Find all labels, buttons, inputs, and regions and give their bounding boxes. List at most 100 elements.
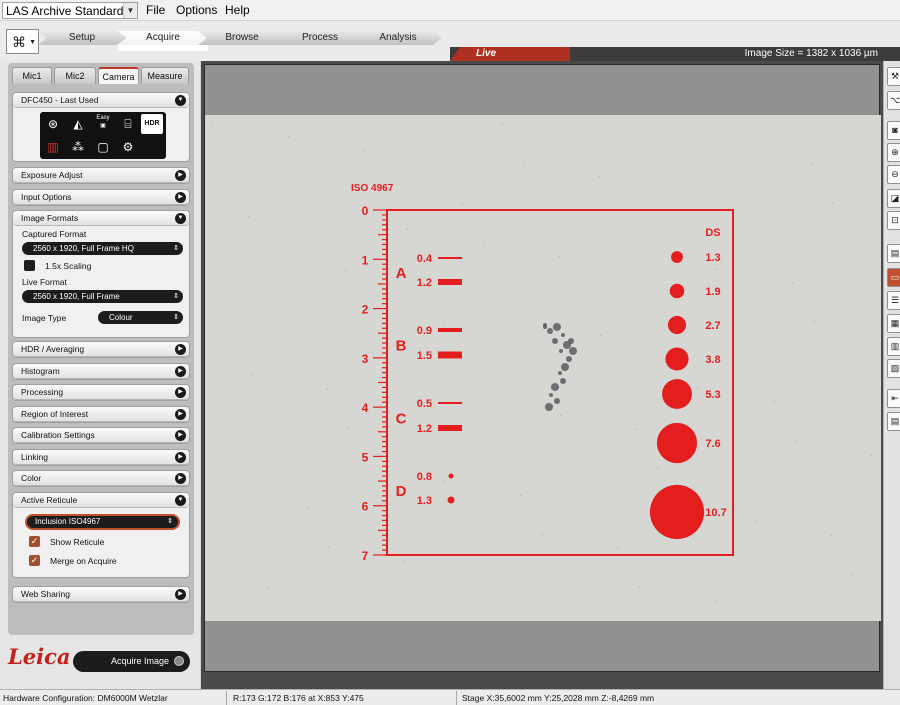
tree-icon[interactable]: ⌥ bbox=[887, 91, 900, 110]
reticule-select[interactable]: Inclusion ISO4967 ⇕ bbox=[25, 514, 180, 530]
molecule-icon[interactable]: ⁂ bbox=[67, 137, 89, 157]
subtab-mic2[interactable]: Mic2 bbox=[54, 67, 96, 84]
inclusion-particle bbox=[551, 383, 559, 391]
app-selector[interactable]: LAS Archive Standard ▼ bbox=[2, 2, 138, 19]
status-separator bbox=[456, 691, 457, 705]
frame-icon[interactable]: ▢ bbox=[92, 137, 114, 157]
camera-icon[interactable]: ◙ bbox=[887, 121, 900, 140]
expand-icon[interactable]: ▶ bbox=[175, 409, 186, 420]
subtab-measure[interactable]: Measure bbox=[141, 67, 189, 84]
hdr-icon[interactable]: HDR bbox=[141, 114, 163, 134]
tab-setup[interactable]: Setup bbox=[38, 31, 126, 45]
tool-dropdown[interactable]: ⌘ ▼ bbox=[6, 29, 39, 54]
input-options-header[interactable]: Input Options ▶ bbox=[13, 190, 189, 205]
image-viewport[interactable]: ISO 4967 0 1 2 3 4 5 6 7 A 0.4 1.2 B 0.9 1.5 C 0.5 1.2 D 0.… bbox=[201, 61, 883, 689]
menu-bar: LAS Archive Standard ▼ File Options Help bbox=[0, 0, 900, 21]
region-of-interest-header[interactable]: Region of Interest ▶ bbox=[13, 407, 189, 422]
sample-speck bbox=[463, 361, 465, 363]
single-view-icon[interactable]: ▭ bbox=[887, 268, 900, 287]
active-reticule-header[interactable]: Active Reticule ▼ bbox=[13, 493, 189, 508]
hdr-averaging-header[interactable]: HDR / Averaging ▶ bbox=[13, 342, 189, 357]
linking-section: Linking ▶ bbox=[12, 449, 190, 466]
linking-header[interactable]: Linking ▶ bbox=[13, 450, 189, 465]
expand-icon[interactable]: ▶ bbox=[175, 366, 186, 377]
scale-label: 2 bbox=[362, 303, 369, 317]
stage-position: Stage X:35,6002 mm Y:25,2028 mm Z:-8,426… bbox=[462, 693, 655, 703]
zoom-out-icon[interactable]: ⊖ bbox=[887, 165, 900, 184]
sample-speck bbox=[600, 334, 602, 336]
scaling-checkbox[interactable] bbox=[24, 260, 35, 271]
adjust-icon[interactable]: ⚙ bbox=[117, 137, 139, 157]
table-view-icon[interactable]: ▥ bbox=[887, 337, 900, 356]
expand-icon[interactable]: ▶ bbox=[175, 430, 186, 441]
menu-help[interactable]: Help bbox=[225, 3, 250, 17]
web-sharing-header[interactable]: Web Sharing ▶ bbox=[13, 587, 189, 602]
fit-icon[interactable]: ◪ bbox=[887, 189, 900, 208]
list-view-icon[interactable]: ☰ bbox=[887, 291, 900, 310]
sample-speck bbox=[212, 122, 214, 124]
tool-icon-1[interactable]: ⚒ bbox=[887, 67, 900, 86]
live-image[interactable]: ISO 4967 0 1 2 3 4 5 6 7 A 0.4 1.2 B 0.9 1.5 C 0.5 1.2 D 0.… bbox=[205, 115, 881, 621]
image-type-select[interactable]: Colour ⇕ bbox=[98, 311, 183, 324]
expand-icon[interactable]: ▶ bbox=[175, 192, 186, 203]
region-of-interest-section: Region of Interest ▶ bbox=[12, 406, 190, 423]
tab-process-label: Process bbox=[301, 32, 339, 43]
compare-icon[interactable]: ▧ bbox=[887, 359, 900, 378]
easy-camera-icon[interactable]: Easy ▣ bbox=[92, 114, 114, 134]
grid-view-icon[interactable]: ▦ bbox=[887, 314, 900, 333]
menu-options[interactable]: Options bbox=[176, 3, 217, 17]
exposure-icon[interactable]: ◭ bbox=[67, 114, 89, 134]
inclusion-particle bbox=[553, 323, 561, 331]
acquire-image-button[interactable]: Acquire Image bbox=[73, 651, 190, 672]
camera-section: DFC450 - Last Used ▼ ⊛ ◭ Easy ▣ ⌸ HDR ▥ ⁂… bbox=[12, 92, 190, 162]
menu-file[interactable]: File bbox=[146, 3, 165, 17]
captured-format-select[interactable]: 2560 x 1920, Full Frame HQ ⇕ bbox=[22, 242, 183, 255]
live-format-select[interactable]: 2560 x 1920, Full Frame ⇕ bbox=[22, 290, 183, 303]
expand-icon[interactable]: ▶ bbox=[175, 387, 186, 398]
sample-speck bbox=[347, 427, 349, 429]
tab-browse[interactable]: Browse bbox=[198, 31, 286, 45]
collapse-icon[interactable]: ▼ bbox=[175, 213, 186, 224]
collapse-icon[interactable]: ▼ bbox=[175, 95, 186, 106]
sample-speck bbox=[619, 215, 621, 217]
sample-speck bbox=[425, 599, 427, 601]
camera-section-header[interactable]: DFC450 - Last Used ▼ bbox=[13, 93, 189, 108]
active-reticule-section: Active Reticule ▼ Inclusion ISO4967 ⇕ ✓ Sh… bbox=[12, 492, 190, 578]
expand-icon[interactable]: ▶ bbox=[175, 452, 186, 463]
histogram-title: Histogram bbox=[21, 366, 60, 376]
sample-speck bbox=[811, 163, 813, 165]
processing-header[interactable]: Processing ▶ bbox=[13, 385, 189, 400]
show-reticule-label: Show Reticule bbox=[50, 537, 105, 547]
merge-on-acquire-checkbox[interactable]: ✓ bbox=[29, 555, 40, 566]
subtab-camera[interactable]: Camera bbox=[98, 67, 139, 84]
color-header[interactable]: Color ▶ bbox=[13, 471, 189, 486]
chevron-down-icon[interactable]: ▼ bbox=[123, 3, 137, 18]
tab-analysis[interactable]: Analysis bbox=[354, 31, 442, 45]
expand-icon[interactable]: ▶ bbox=[175, 344, 186, 355]
exposure-adjust-header[interactable]: Exposure Adjust ▶ bbox=[13, 168, 189, 183]
expand-icon[interactable]: ▶ bbox=[175, 473, 186, 484]
app-title: LAS Archive Standard bbox=[6, 4, 124, 18]
one-to-one-icon[interactable]: ⊡ bbox=[887, 211, 900, 230]
zoom-in-icon[interactable]: ⊕ bbox=[887, 143, 900, 162]
web-sharing-title: Web Sharing bbox=[21, 589, 70, 599]
expand-icon[interactable]: ▶ bbox=[175, 589, 186, 600]
report-icon[interactable]: ▤ bbox=[887, 412, 900, 431]
camera-settings-icon[interactable]: ⌸ bbox=[117, 114, 139, 134]
expand-icon[interactable]: ▶ bbox=[175, 170, 186, 181]
ds-label: 7.6 bbox=[705, 438, 720, 450]
sample-speck bbox=[442, 322, 444, 324]
export-icon[interactable]: ⇤ bbox=[887, 389, 900, 408]
calibration-settings-header[interactable]: Calibration Settings ▶ bbox=[13, 428, 189, 443]
show-reticule-checkbox[interactable]: ✓ bbox=[29, 536, 40, 547]
collapse-icon[interactable]: ▼ bbox=[175, 495, 186, 506]
tab-acquire[interactable]: Acquire bbox=[118, 31, 208, 45]
subtab-mic1[interactable]: Mic1 bbox=[12, 67, 52, 84]
aperture-icon[interactable]: ⊛ bbox=[42, 114, 64, 134]
histogram-header[interactable]: Histogram ▶ bbox=[13, 364, 189, 379]
tab-process[interactable]: Process bbox=[276, 31, 364, 45]
ds-header: DS bbox=[705, 227, 720, 239]
image-formats-header[interactable]: Image Formats ▼ bbox=[13, 211, 189, 226]
layout-icon[interactable]: ▤ bbox=[887, 244, 900, 263]
color-balance-icon[interactable]: ▥ bbox=[42, 137, 64, 157]
